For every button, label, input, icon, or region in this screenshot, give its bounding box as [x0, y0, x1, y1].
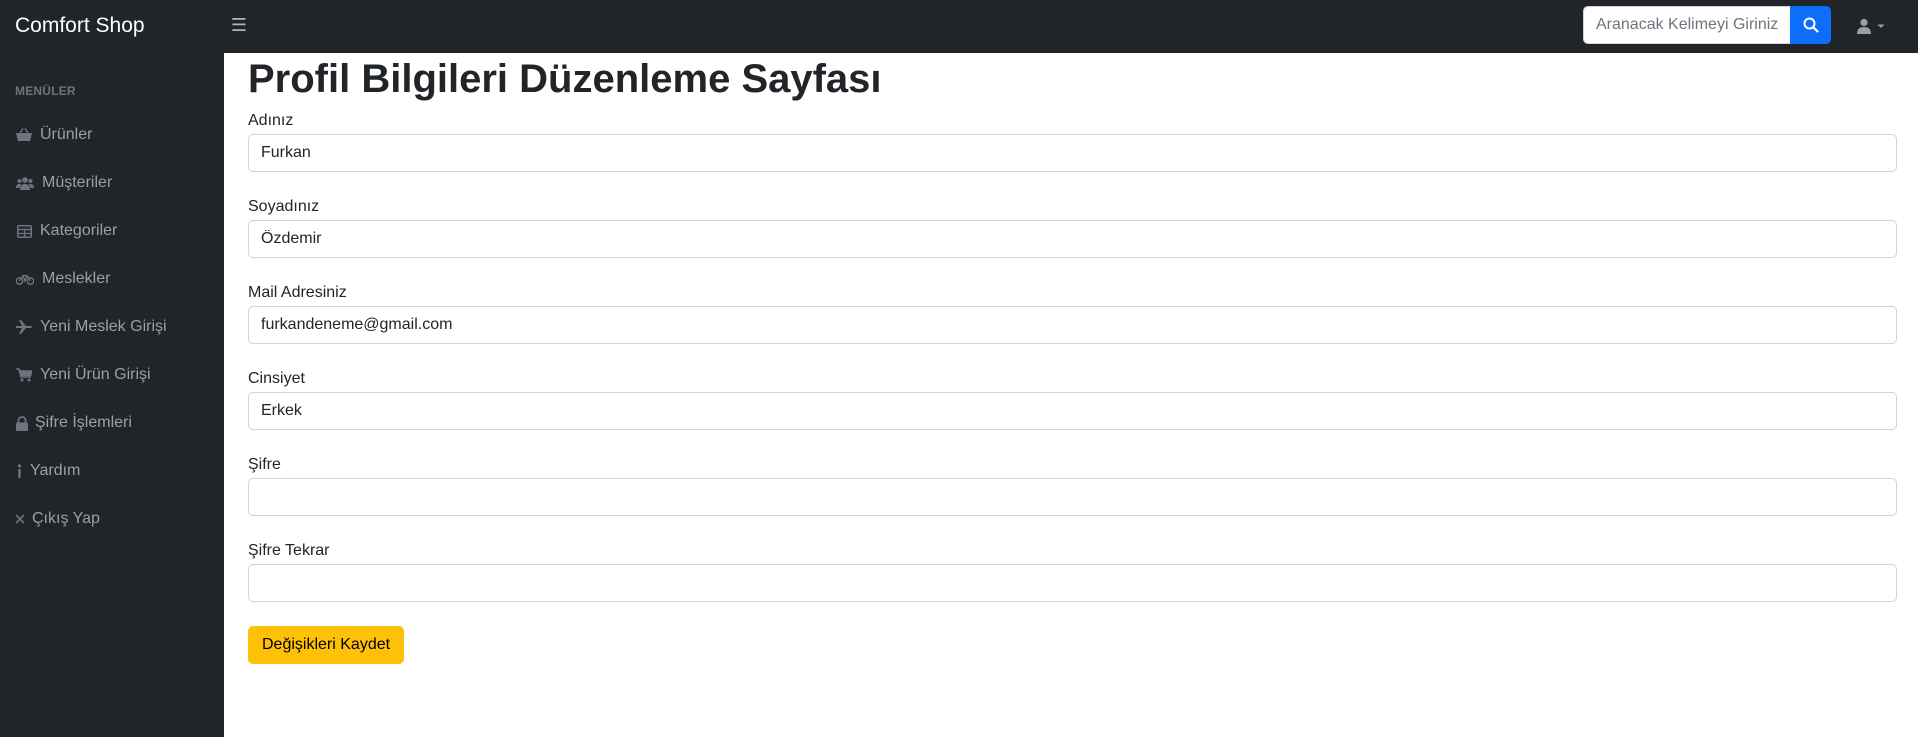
user-icon: [1857, 18, 1871, 34]
sidebar-item-yeni-urun[interactable]: Yeni Ürün Girişi: [15, 363, 151, 387]
top-navbar: Comfort Shop ☰: [0, 0, 1918, 53]
email-field[interactable]: [248, 306, 1897, 344]
sidebar-item-label: Yeni Ürün Girişi: [40, 366, 151, 383]
users-icon: [15, 174, 35, 192]
password-repeat-field[interactable]: [248, 564, 1897, 602]
sidebar-item-label: Yardım: [30, 462, 81, 479]
user-menu-button[interactable]: [1856, 15, 1890, 37]
first-name-field[interactable]: [248, 134, 1897, 172]
main-content: Profil Bilgileri Düzenleme Sayfası Adını…: [224, 53, 1918, 737]
gender-field[interactable]: [248, 392, 1897, 430]
search-form: [1583, 6, 1831, 44]
last-name-field[interactable]: [248, 220, 1897, 258]
sidebar-item-label: Kategoriler: [40, 222, 118, 239]
info-icon: [15, 462, 23, 480]
password-label: Şifre: [248, 456, 281, 473]
sidebar: MENÜLER Ürünler Müşteriler Kategoriler M…: [0, 53, 224, 737]
basket-icon: [15, 126, 33, 144]
page-title: Profil Bilgileri Düzenleme Sayfası: [248, 57, 882, 101]
bicycle-icon: [15, 270, 35, 288]
sidebar-item-cikis[interactable]: Çıkış Yap: [15, 507, 100, 531]
plane-icon: [15, 318, 33, 336]
chevron-down-icon: [1877, 24, 1885, 28]
sidebar-item-yeni-meslek[interactable]: Yeni Meslek Girişi: [15, 315, 167, 339]
sidebar-toggle-icon[interactable]: ☰: [230, 14, 248, 36]
search-input[interactable]: [1583, 6, 1790, 44]
lock-icon: [15, 414, 28, 432]
sidebar-item-meslekler[interactable]: Meslekler: [15, 267, 110, 291]
last-name-label: Soyadınız: [248, 198, 320, 215]
table-icon: [15, 222, 33, 240]
save-changes-button[interactable]: Değişikleri Kaydet: [248, 626, 405, 664]
sidebar-item-label: Ürünler: [40, 126, 93, 143]
sidebar-item-label: Meslekler: [42, 270, 111, 287]
close-icon: [15, 510, 25, 528]
email-label: Mail Adresiniz: [248, 284, 347, 301]
cart-icon: [15, 366, 33, 384]
first-name-label: Adınız: [248, 112, 294, 129]
sidebar-item-musteriler[interactable]: Müşteriler: [15, 171, 112, 195]
sidebar-item-label: Yeni Meslek Girişi: [40, 318, 167, 335]
search-icon: [1803, 17, 1819, 33]
sidebar-item-label: Şifre İşlemleri: [35, 414, 132, 431]
sidebar-item-label: Çıkış Yap: [32, 510, 100, 527]
sidebar-item-urunler[interactable]: Ürünler: [15, 123, 92, 147]
sidebar-item-yardim[interactable]: Yardım: [15, 459, 80, 483]
gender-label: Cinsiyet: [248, 370, 305, 387]
sidebar-item-label: Müşteriler: [42, 174, 113, 191]
sidebar-item-kategoriler[interactable]: Kategoriler: [15, 219, 117, 243]
sidebar-heading: MENÜLER: [15, 84, 76, 98]
sidebar-item-sifre[interactable]: Şifre İşlemleri: [15, 411, 132, 435]
password-field[interactable]: [248, 478, 1897, 516]
password-repeat-label: Şifre Tekrar: [248, 542, 330, 559]
brand-logo[interactable]: Comfort Shop: [15, 14, 145, 38]
search-button[interactable]: [1790, 6, 1831, 44]
